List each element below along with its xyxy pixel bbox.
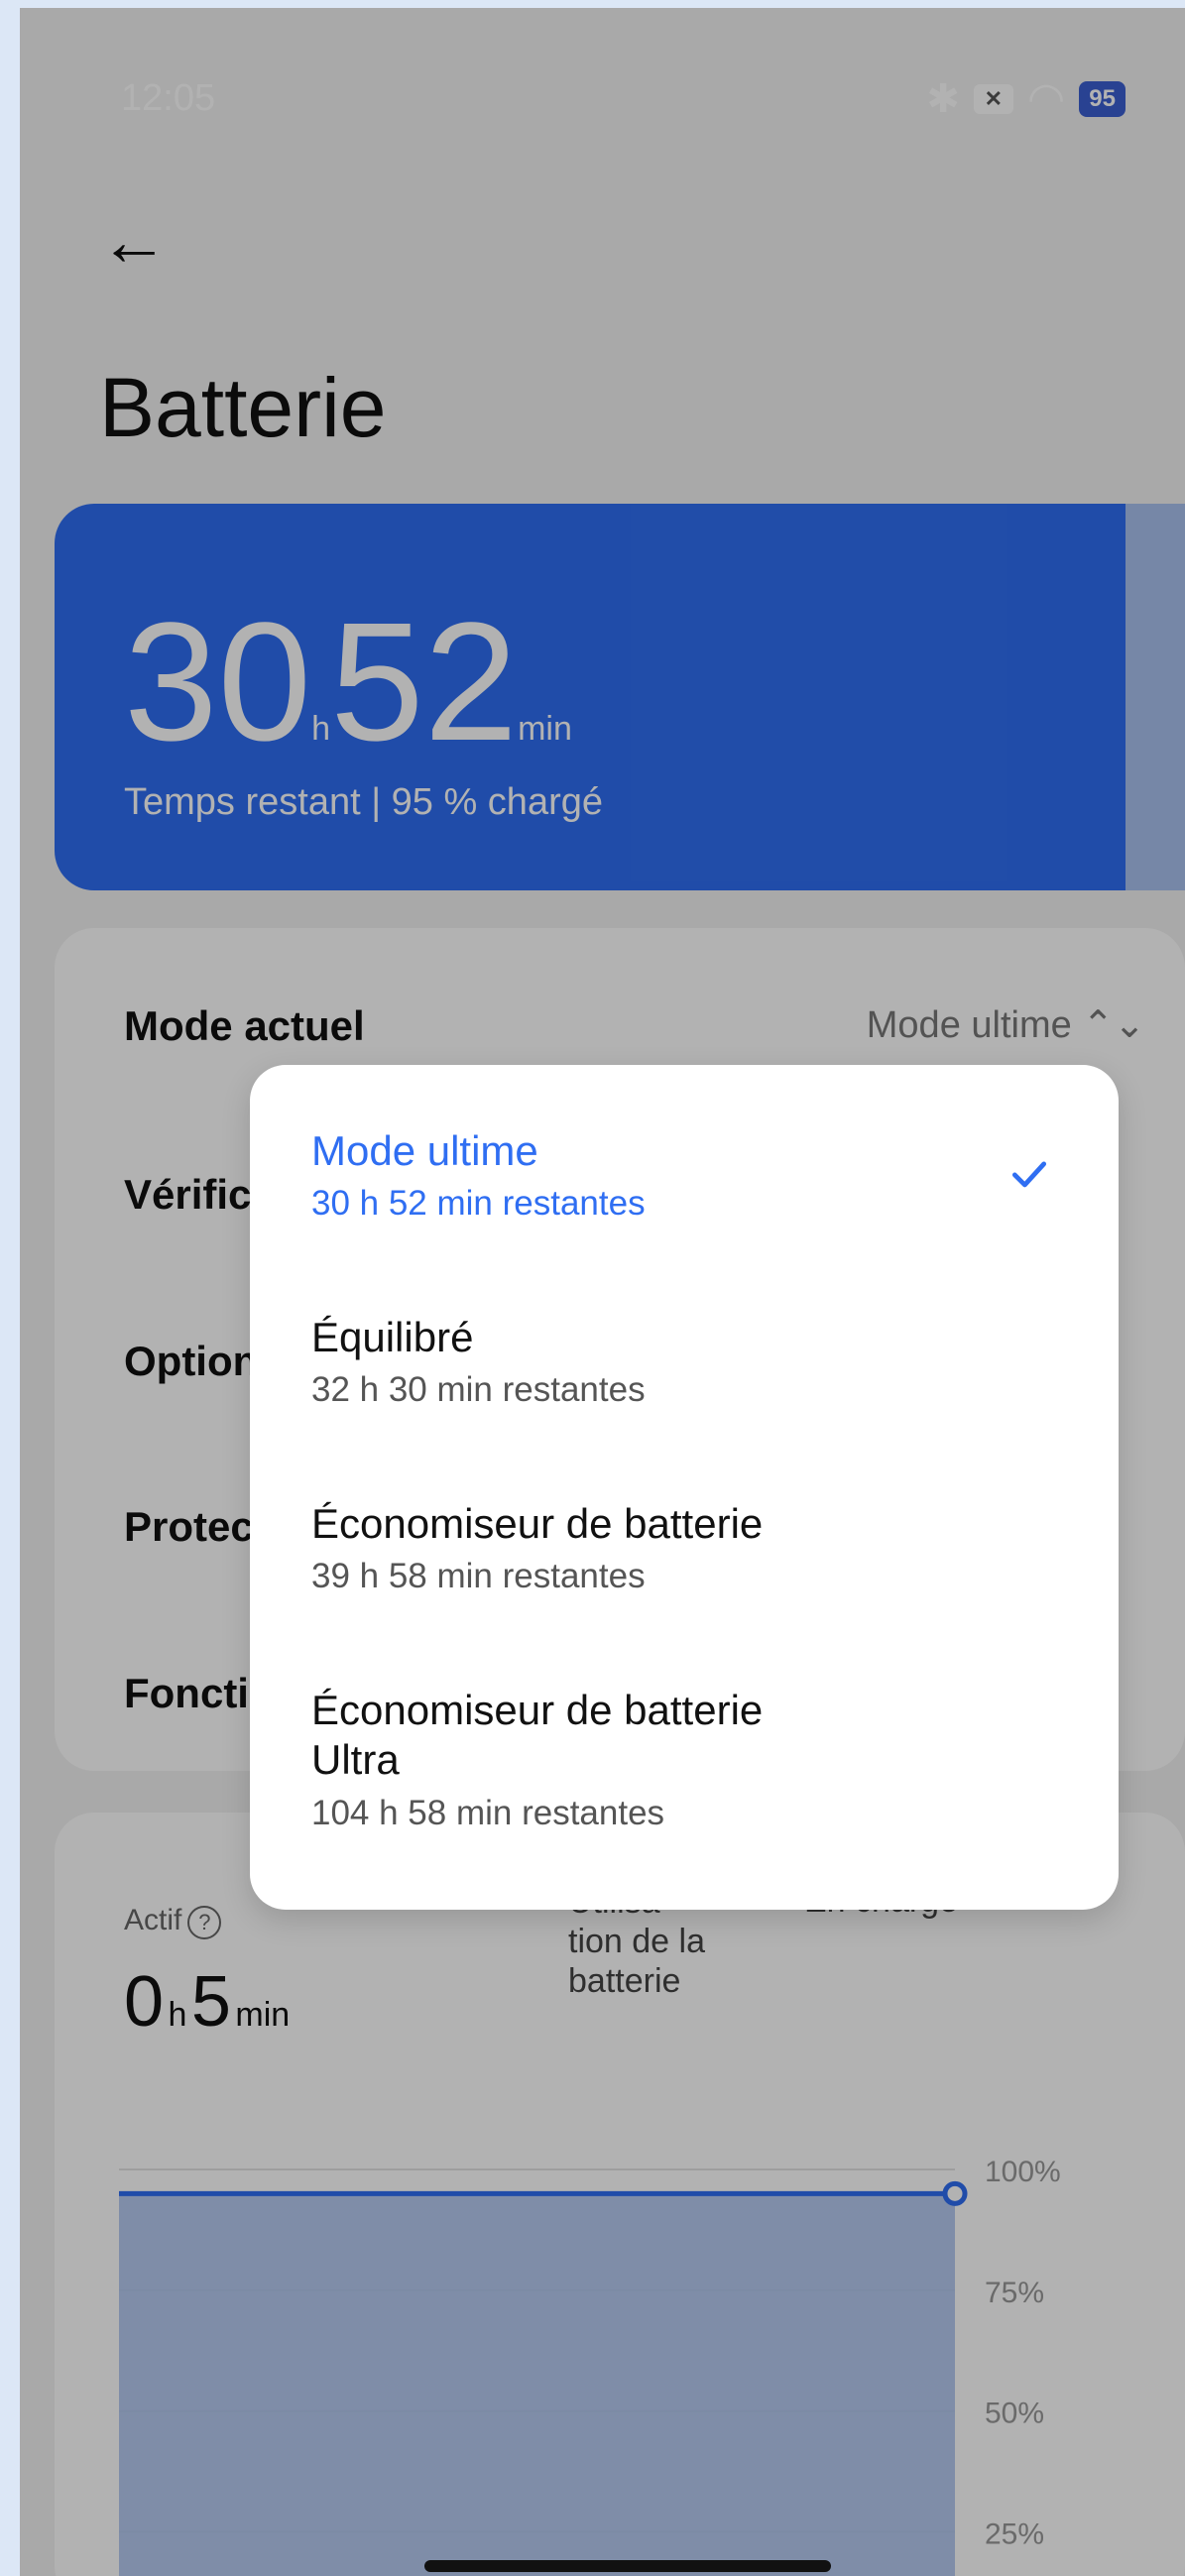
option-economiseur-ultra[interactable]: Économiseur de batterie Ultra 104 h 58 m…	[311, 1686, 763, 1833]
option-subtitle: 32 h 30 min restantes	[311, 1370, 646, 1410]
home-indicator[interactable]	[424, 2560, 831, 2572]
option-mode-ultime[interactable]: Mode ultime 30 h 52 min restantes	[311, 1126, 646, 1224]
option-subtitle: 30 h 52 min restantes	[311, 1184, 646, 1224]
option-title: Économiseur de batterie	[311, 1500, 764, 1547]
option-subtitle: 104 h 58 min restantes	[311, 1793, 665, 1832]
option-title: Mode ultime	[311, 1127, 538, 1174]
option-economiseur[interactable]: Économiseur de batterie 39 h 58 min rest…	[311, 1499, 763, 1596]
check-icon	[1011, 1161, 1047, 1188]
option-subtitle: 39 h 58 min restantes	[311, 1557, 646, 1596]
option-equilibre[interactable]: Équilibré 32 h 30 min restantes	[311, 1313, 646, 1410]
option-title: Économiseur de batterie Ultra	[311, 1687, 764, 1784]
mode-dropdown: Mode ultime 30 h 52 min restantes Équili…	[250, 1065, 1119, 1910]
option-title: Équilibré	[311, 1314, 474, 1360]
